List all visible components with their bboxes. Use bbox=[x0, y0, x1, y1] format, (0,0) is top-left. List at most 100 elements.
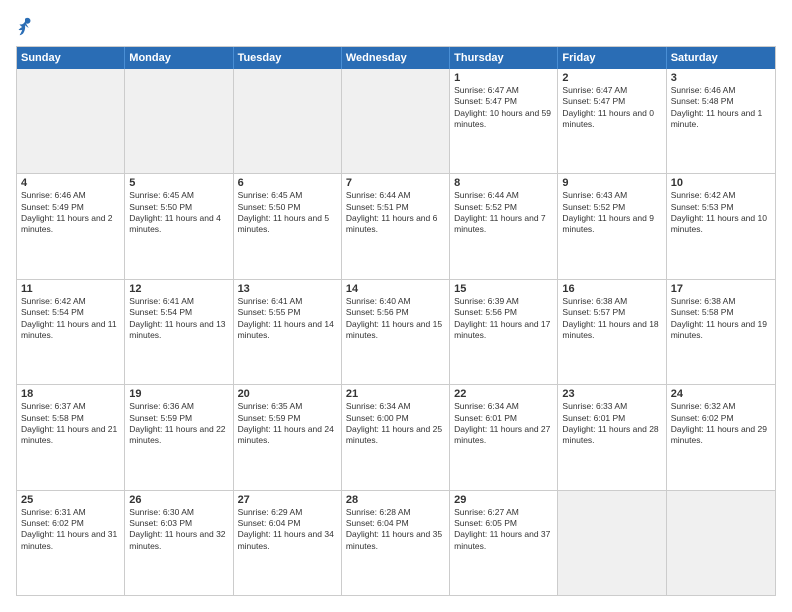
day-info: Sunrise: 6:28 AM Sunset: 6:04 PM Dayligh… bbox=[346, 507, 445, 553]
calendar-row-5: 25Sunrise: 6:31 AM Sunset: 6:02 PM Dayli… bbox=[17, 490, 775, 595]
day-number: 13 bbox=[238, 283, 337, 295]
calendar-cell-1-7: 3Sunrise: 6:46 AM Sunset: 5:48 PM Daylig… bbox=[667, 69, 775, 173]
day-number: 24 bbox=[671, 388, 771, 400]
calendar-cell-1-6: 2Sunrise: 6:47 AM Sunset: 5:47 PM Daylig… bbox=[558, 69, 666, 173]
day-header-saturday: Saturday bbox=[667, 47, 775, 69]
calendar-cell-5-2: 26Sunrise: 6:30 AM Sunset: 6:03 PM Dayli… bbox=[125, 491, 233, 595]
calendar-cell-2-6: 9Sunrise: 6:43 AM Sunset: 5:52 PM Daylig… bbox=[558, 174, 666, 278]
calendar-cell-4-7: 24Sunrise: 6:32 AM Sunset: 6:02 PM Dayli… bbox=[667, 385, 775, 489]
day-number: 25 bbox=[21, 494, 120, 506]
day-info: Sunrise: 6:40 AM Sunset: 5:56 PM Dayligh… bbox=[346, 296, 445, 342]
day-number: 2 bbox=[562, 72, 661, 84]
calendar-cell-5-6 bbox=[558, 491, 666, 595]
calendar: SundayMondayTuesdayWednesdayThursdayFrid… bbox=[16, 46, 776, 596]
calendar-cell-1-3 bbox=[234, 69, 342, 173]
day-number: 20 bbox=[238, 388, 337, 400]
day-info: Sunrise: 6:46 AM Sunset: 5:49 PM Dayligh… bbox=[21, 190, 120, 236]
calendar-row-2: 4Sunrise: 6:46 AM Sunset: 5:49 PM Daylig… bbox=[17, 173, 775, 278]
day-info: Sunrise: 6:34 AM Sunset: 6:00 PM Dayligh… bbox=[346, 401, 445, 447]
day-header-monday: Monday bbox=[125, 47, 233, 69]
day-number: 14 bbox=[346, 283, 445, 295]
calendar-body: 1Sunrise: 6:47 AM Sunset: 5:47 PM Daylig… bbox=[17, 69, 775, 595]
day-number: 29 bbox=[454, 494, 553, 506]
day-number: 3 bbox=[671, 72, 771, 84]
day-info: Sunrise: 6:29 AM Sunset: 6:04 PM Dayligh… bbox=[238, 507, 337, 553]
day-info: Sunrise: 6:42 AM Sunset: 5:53 PM Dayligh… bbox=[671, 190, 771, 236]
day-number: 18 bbox=[21, 388, 120, 400]
day-number: 17 bbox=[671, 283, 771, 295]
day-info: Sunrise: 6:38 AM Sunset: 5:58 PM Dayligh… bbox=[671, 296, 771, 342]
calendar-cell-4-4: 21Sunrise: 6:34 AM Sunset: 6:00 PM Dayli… bbox=[342, 385, 450, 489]
calendar-cell-3-4: 14Sunrise: 6:40 AM Sunset: 5:56 PM Dayli… bbox=[342, 280, 450, 384]
day-info: Sunrise: 6:33 AM Sunset: 6:01 PM Dayligh… bbox=[562, 401, 661, 447]
day-number: 7 bbox=[346, 177, 445, 189]
logo-bird-icon bbox=[17, 17, 33, 37]
calendar-cell-2-5: 8Sunrise: 6:44 AM Sunset: 5:52 PM Daylig… bbox=[450, 174, 558, 278]
calendar-cell-5-4: 28Sunrise: 6:28 AM Sunset: 6:04 PM Dayli… bbox=[342, 491, 450, 595]
day-info: Sunrise: 6:38 AM Sunset: 5:57 PM Dayligh… bbox=[562, 296, 661, 342]
day-number: 26 bbox=[129, 494, 228, 506]
day-header-tuesday: Tuesday bbox=[234, 47, 342, 69]
day-number: 19 bbox=[129, 388, 228, 400]
calendar-cell-4-1: 18Sunrise: 6:37 AM Sunset: 5:58 PM Dayli… bbox=[17, 385, 125, 489]
day-info: Sunrise: 6:41 AM Sunset: 5:54 PM Dayligh… bbox=[129, 296, 228, 342]
calendar-cell-3-6: 16Sunrise: 6:38 AM Sunset: 5:57 PM Dayli… bbox=[558, 280, 666, 384]
day-number: 1 bbox=[454, 72, 553, 84]
calendar-cell-5-5: 29Sunrise: 6:27 AM Sunset: 6:05 PM Dayli… bbox=[450, 491, 558, 595]
day-info: Sunrise: 6:44 AM Sunset: 5:51 PM Dayligh… bbox=[346, 190, 445, 236]
day-number: 8 bbox=[454, 177, 553, 189]
day-info: Sunrise: 6:44 AM Sunset: 5:52 PM Dayligh… bbox=[454, 190, 553, 236]
day-number: 23 bbox=[562, 388, 661, 400]
day-info: Sunrise: 6:39 AM Sunset: 5:56 PM Dayligh… bbox=[454, 296, 553, 342]
calendar-cell-3-1: 11Sunrise: 6:42 AM Sunset: 5:54 PM Dayli… bbox=[17, 280, 125, 384]
day-number: 22 bbox=[454, 388, 553, 400]
calendar-row-4: 18Sunrise: 6:37 AM Sunset: 5:58 PM Dayli… bbox=[17, 384, 775, 489]
calendar-cell-3-3: 13Sunrise: 6:41 AM Sunset: 5:55 PM Dayli… bbox=[234, 280, 342, 384]
day-number: 16 bbox=[562, 283, 661, 295]
day-header-wednesday: Wednesday bbox=[342, 47, 450, 69]
calendar-cell-1-1 bbox=[17, 69, 125, 173]
day-number: 5 bbox=[129, 177, 228, 189]
calendar-cell-4-3: 20Sunrise: 6:35 AM Sunset: 5:59 PM Dayli… bbox=[234, 385, 342, 489]
calendar-row-1: 1Sunrise: 6:47 AM Sunset: 5:47 PM Daylig… bbox=[17, 69, 775, 173]
calendar-cell-1-5: 1Sunrise: 6:47 AM Sunset: 5:47 PM Daylig… bbox=[450, 69, 558, 173]
calendar-cell-3-5: 15Sunrise: 6:39 AM Sunset: 5:56 PM Dayli… bbox=[450, 280, 558, 384]
day-info: Sunrise: 6:36 AM Sunset: 5:59 PM Dayligh… bbox=[129, 401, 228, 447]
calendar-row-3: 11Sunrise: 6:42 AM Sunset: 5:54 PM Dayli… bbox=[17, 279, 775, 384]
day-number: 10 bbox=[671, 177, 771, 189]
calendar-cell-1-4 bbox=[342, 69, 450, 173]
day-info: Sunrise: 6:41 AM Sunset: 5:55 PM Dayligh… bbox=[238, 296, 337, 342]
day-info: Sunrise: 6:32 AM Sunset: 6:02 PM Dayligh… bbox=[671, 401, 771, 447]
day-info: Sunrise: 6:45 AM Sunset: 5:50 PM Dayligh… bbox=[129, 190, 228, 236]
day-info: Sunrise: 6:31 AM Sunset: 6:02 PM Dayligh… bbox=[21, 507, 120, 553]
calendar-cell-4-6: 23Sunrise: 6:33 AM Sunset: 6:01 PM Dayli… bbox=[558, 385, 666, 489]
day-number: 15 bbox=[454, 283, 553, 295]
calendar-cell-5-7 bbox=[667, 491, 775, 595]
day-number: 9 bbox=[562, 177, 661, 189]
calendar-header: SundayMondayTuesdayWednesdayThursdayFrid… bbox=[17, 47, 775, 69]
page-header bbox=[16, 16, 776, 38]
calendar-cell-2-1: 4Sunrise: 6:46 AM Sunset: 5:49 PM Daylig… bbox=[17, 174, 125, 278]
calendar-cell-5-1: 25Sunrise: 6:31 AM Sunset: 6:02 PM Dayli… bbox=[17, 491, 125, 595]
calendar-cell-2-3: 6Sunrise: 6:45 AM Sunset: 5:50 PM Daylig… bbox=[234, 174, 342, 278]
day-number: 27 bbox=[238, 494, 337, 506]
day-number: 6 bbox=[238, 177, 337, 189]
day-info: Sunrise: 6:34 AM Sunset: 6:01 PM Dayligh… bbox=[454, 401, 553, 447]
calendar-cell-2-4: 7Sunrise: 6:44 AM Sunset: 5:51 PM Daylig… bbox=[342, 174, 450, 278]
day-header-sunday: Sunday bbox=[17, 47, 125, 69]
calendar-cell-1-2 bbox=[125, 69, 233, 173]
calendar-cell-4-2: 19Sunrise: 6:36 AM Sunset: 5:59 PM Dayli… bbox=[125, 385, 233, 489]
calendar-cell-4-5: 22Sunrise: 6:34 AM Sunset: 6:01 PM Dayli… bbox=[450, 385, 558, 489]
day-header-thursday: Thursday bbox=[450, 47, 558, 69]
calendar-cell-3-2: 12Sunrise: 6:41 AM Sunset: 5:54 PM Dayli… bbox=[125, 280, 233, 384]
day-number: 11 bbox=[21, 283, 120, 295]
day-number: 4 bbox=[21, 177, 120, 189]
calendar-cell-2-7: 10Sunrise: 6:42 AM Sunset: 5:53 PM Dayli… bbox=[667, 174, 775, 278]
calendar-cell-2-2: 5Sunrise: 6:45 AM Sunset: 5:50 PM Daylig… bbox=[125, 174, 233, 278]
day-number: 12 bbox=[129, 283, 228, 295]
day-info: Sunrise: 6:30 AM Sunset: 6:03 PM Dayligh… bbox=[129, 507, 228, 553]
day-number: 21 bbox=[346, 388, 445, 400]
calendar-cell-3-7: 17Sunrise: 6:38 AM Sunset: 5:58 PM Dayli… bbox=[667, 280, 775, 384]
day-info: Sunrise: 6:35 AM Sunset: 5:59 PM Dayligh… bbox=[238, 401, 337, 447]
logo bbox=[16, 16, 35, 38]
